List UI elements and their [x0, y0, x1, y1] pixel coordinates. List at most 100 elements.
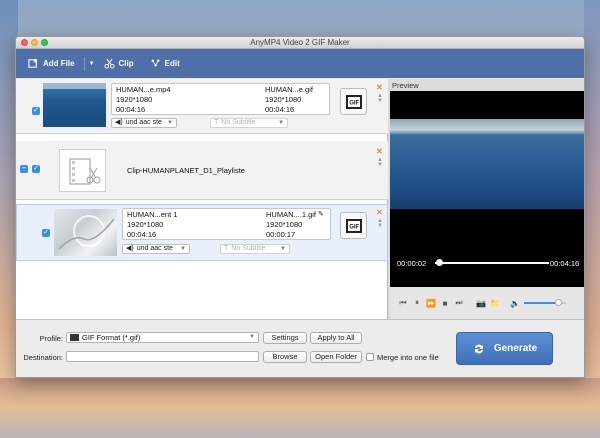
- reorder-arrows-icon[interactable]: ▲ ▼: [377, 218, 383, 229]
- file-checkbox[interactable]: ✓: [32, 107, 40, 115]
- chevron-down-icon: ▼: [180, 246, 186, 252]
- toolbar-separator: [83, 56, 85, 71]
- source-resolution: 1920*1080: [127, 220, 164, 229]
- gif-output-settings-button[interactable]: GIF: [340, 88, 367, 115]
- pencil-icon[interactable]: ✎: [318, 210, 324, 220]
- playlist-checkbox[interactable]: ✓: [32, 165, 40, 173]
- add-file-dropdown-icon[interactable]: ▼: [87, 61, 101, 67]
- profile-select[interactable]: GIF Format (*.gif) ▼: [66, 332, 259, 343]
- clip-button[interactable]: Clip: [101, 49, 141, 78]
- profile-value: GIF Format (*.gif): [82, 333, 141, 342]
- remove-playlist-icon[interactable]: ✕: [376, 148, 383, 156]
- settings-button[interactable]: Settings: [263, 332, 307, 344]
- chevron-down-icon: ▼: [278, 120, 284, 126]
- source-duration: 00:04:16: [127, 230, 157, 239]
- apply-to-all-button[interactable]: Apply to All: [310, 332, 362, 344]
- title-bar: AnyMP4 Video 2 GIF Maker: [16, 37, 584, 49]
- source-name: HUMAN...e.mp4: [116, 85, 171, 94]
- window-title: AnyMP4 Video 2 GIF Maker: [250, 38, 350, 47]
- skip-back-icon[interactable]: ⏮: [396, 296, 410, 310]
- gif-film-icon: GIF: [345, 218, 362, 233]
- playlist-thumbnail: [59, 149, 106, 192]
- edit-button[interactable]: Edit: [147, 49, 187, 78]
- playback-controls: ⏮ ⏸ ⏩ ■ ⏭ 📷 📁 🔈: [390, 287, 584, 319]
- file-info-box: HUMAN...e.mp4 1920*1080 00:04:16 HUMAN..…: [111, 83, 330, 115]
- output-resolution: 1920*1080: [265, 95, 302, 104]
- output-duration: 00:00:17: [266, 230, 296, 239]
- generate-label: Generate: [493, 343, 538, 354]
- refresh-icon: [474, 344, 483, 353]
- app-window: AnyMP4 Video 2 GIF Maker Add File ▼ Clip…: [15, 36, 585, 378]
- volume-knob[interactable]: [554, 299, 562, 306]
- volume-fill: [524, 302, 558, 304]
- current-time: 00:00:02: [397, 259, 427, 268]
- audio-track-value: und aac ste: [136, 245, 173, 252]
- subtitle-select[interactable]: T No Subtitle ▼: [220, 244, 290, 254]
- svg-text:GIF: GIF: [349, 100, 359, 106]
- remove-clip-icon[interactable]: ✕: [376, 209, 383, 217]
- preview-label: Preview: [392, 81, 419, 90]
- playlist-name: Clip-HUMANPLANET_D1_Playliste: [127, 166, 245, 175]
- clip-checkbox[interactable]: ✓: [42, 229, 50, 237]
- output-settings-panel: Profile: GIF Format (*.gif) ▼ Settings A…: [16, 319, 584, 377]
- gif-output-settings-button[interactable]: GIF: [340, 212, 367, 239]
- gif-format-icon: [70, 334, 79, 341]
- snapshot-icon[interactable]: 📷: [474, 296, 488, 310]
- desktop-background-right: [584, 0, 600, 438]
- audio-track-value: und aac ste: [125, 119, 162, 126]
- audio-track-select[interactable]: ◀) und aac ste ▼: [122, 244, 190, 254]
- subtitle-select[interactable]: T No Subtitle ▼: [210, 118, 288, 128]
- output-name: HUMAN....1.gif: [266, 210, 317, 219]
- output-duration: 00:04:16: [265, 105, 295, 114]
- browse-button[interactable]: Browse: [263, 351, 307, 363]
- source-name: HUMAN...ent 1: [127, 210, 178, 219]
- svg-text:GIF: GIF: [349, 224, 359, 230]
- add-file-icon: [28, 58, 38, 68]
- audio-track-select[interactable]: ◀) und aac ste ▼: [111, 118, 177, 128]
- window-controls: [21, 39, 48, 46]
- preview-video: [390, 91, 584, 239]
- maximize-window-button[interactable]: [41, 39, 48, 46]
- subtitle-icon: T: [214, 119, 219, 126]
- playback-timebar: 00:00:02 00:04:16: [390, 239, 584, 287]
- clip-row[interactable]: ✓ HUMAN...ent 1 1920*1080 00:04:16 HUMAN…: [16, 204, 388, 261]
- pause-icon[interactable]: ⏸: [410, 296, 424, 310]
- preview-frame: [390, 119, 584, 209]
- add-file-button[interactable]: Add File: [25, 49, 82, 78]
- progress-knob[interactable]: [436, 259, 444, 266]
- minimize-window-button[interactable]: [31, 39, 38, 46]
- reorder-arrows-icon[interactable]: ▲ ▼: [377, 93, 383, 104]
- chevron-down-icon: ▼: [249, 334, 255, 340]
- file-row[interactable]: ✓ HUMAN...e.mp4 1920*1080 00:04:16 HUMAN…: [16, 79, 388, 134]
- volume-icon[interactable]: 🔈: [508, 296, 522, 310]
- generate-button[interactable]: Generate: [456, 332, 553, 365]
- reorder-arrows-icon[interactable]: ▲ ▼: [377, 157, 383, 168]
- merge-checkbox[interactable]: [366, 353, 374, 361]
- skip-forward-icon[interactable]: ⏭: [452, 296, 466, 310]
- collapse-group-icon[interactable]: –: [20, 165, 28, 173]
- fast-forward-icon[interactable]: ⏩: [424, 296, 438, 310]
- destination-input[interactable]: [66, 351, 259, 362]
- playlist-row[interactable]: – ✓ Clip-HUMANPLANET_D1_Playliste ✕ ▲ ▼: [16, 141, 388, 200]
- open-folder-button[interactable]: Open Folder: [310, 351, 362, 363]
- close-window-button[interactable]: [21, 39, 28, 46]
- folder-icon[interactable]: 📁: [488, 296, 502, 310]
- volume-slider[interactable]: [524, 299, 566, 306]
- file-list: ✓ HUMAN...e.mp4 1920*1080 00:04:16 HUMAN…: [16, 79, 388, 319]
- total-time: 00:04:16: [550, 259, 580, 268]
- edit-effects-icon: [151, 59, 160, 67]
- video-thumbnail: [43, 83, 106, 127]
- source-duration: 00:04:16: [116, 105, 146, 114]
- scissors-icon: [103, 58, 115, 69]
- progress-slider[interactable]: [435, 259, 549, 266]
- stop-icon[interactable]: ■: [438, 296, 452, 310]
- gif-film-icon: GIF: [345, 94, 362, 109]
- speaker-icon: ◀): [115, 119, 123, 126]
- edit-label: Edit: [164, 59, 180, 68]
- chevron-down-icon: ▼: [167, 120, 173, 126]
- subtitle-value: No Subtitle: [231, 245, 266, 252]
- merge-label: Merge into one file: [377, 353, 439, 362]
- main-content: ✓ HUMAN...e.mp4 1920*1080 00:04:16 HUMAN…: [16, 79, 584, 319]
- remove-file-icon[interactable]: ✕: [376, 84, 383, 92]
- profile-label: Profile:: [39, 334, 63, 343]
